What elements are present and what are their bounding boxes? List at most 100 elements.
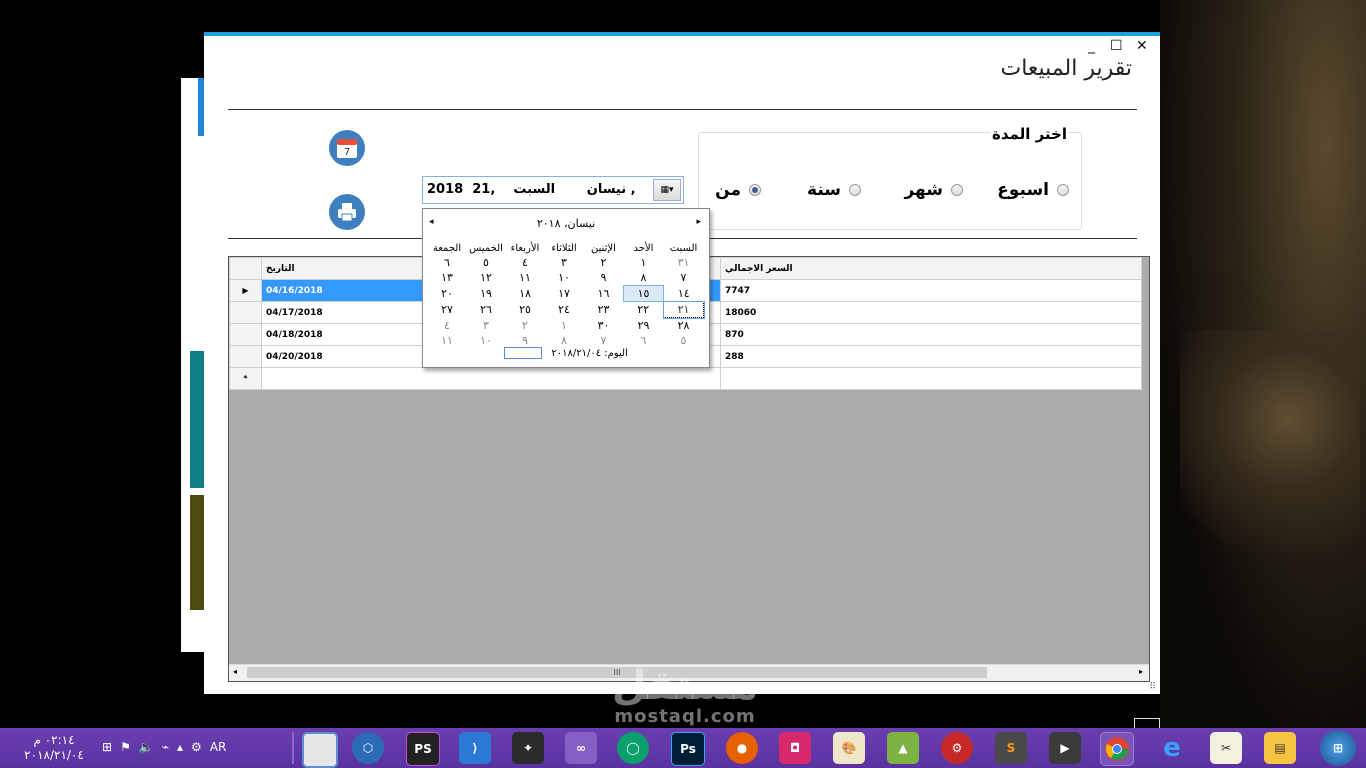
green-circle-app-icon[interactable]: ◯ — [617, 732, 649, 764]
calendar-day[interactable]: ٢٤ — [545, 302, 584, 318]
radio-week[interactable]: اسبوع — [997, 180, 1069, 200]
radio-month[interactable]: شهر — [904, 180, 963, 200]
calendar-day[interactable]: ١ — [624, 255, 664, 270]
security-app-icon[interactable]: ◘ — [779, 732, 811, 764]
calendar-day[interactable]: ٤ — [506, 255, 545, 270]
scroll-right-arrow[interactable]: ▸ — [1139, 667, 1143, 676]
taskbar-clock[interactable]: ٠٢:١٤ م ٢٠١٨/٢١/٠٤ — [14, 733, 94, 763]
calendar-day[interactable]: ٣٠ — [584, 318, 624, 334]
calendar-next-arrow[interactable]: ▸ — [696, 217, 701, 227]
row-header-current[interactable]: ▶ — [229, 279, 262, 302]
calendar-day[interactable]: ٨ — [545, 333, 584, 348]
file-explorer-icon[interactable]: ▤ — [1264, 732, 1296, 764]
calendar-day[interactable]: ١٨ — [506, 286, 545, 302]
calendar-day[interactable]: ١٠ — [545, 270, 584, 286]
calendar-day[interactable]: ٢٠ — [428, 286, 467, 302]
ime-icon[interactable]: ⚙ — [191, 740, 202, 754]
android-robot-icon[interactable]: ✦ — [512, 732, 544, 764]
calendar-day[interactable]: ٢٦ — [467, 302, 506, 318]
grid-cell-total[interactable]: 18060 — [720, 301, 1142, 324]
calendar-day[interactable]: ١١ — [428, 333, 467, 348]
grid-cell-total[interactable]: 870 — [720, 323, 1142, 346]
calendar-day[interactable]: ٢ — [584, 255, 624, 270]
calendar-day[interactable]: ٨ — [624, 270, 664, 286]
calendar-today-link[interactable]: اليوم: ٢٠١٨/٢١/٠٤ — [423, 347, 709, 359]
grid-cell-empty[interactable] — [720, 367, 1142, 390]
calendar-day[interactable]: ١٧ — [545, 286, 584, 302]
paint-icon[interactable]: 🎨 — [833, 732, 865, 764]
calendar-day[interactable]: ٣ — [467, 318, 506, 334]
row-header-new[interactable]: * — [229, 367, 262, 390]
kubernetes-icon[interactable]: ⬡ — [352, 732, 384, 764]
grid-header-total[interactable]: السعر الاجمالي — [720, 257, 1142, 280]
calendar-day[interactable]: ١٩ — [467, 286, 506, 302]
radio-year[interactable]: سنة — [807, 180, 861, 200]
calendar-day[interactable]: ٥ — [467, 255, 506, 270]
scroll-left-arrow[interactable]: ◂ — [233, 667, 237, 676]
date-picker[interactable]: 2018 21, نيسان السبت , ▦▾ — [422, 176, 684, 204]
photoshop-icon[interactable]: Ps — [671, 732, 705, 766]
calendar-day[interactable]: ٥ — [664, 333, 704, 348]
calendar-day[interactable]: ١٦ — [584, 286, 624, 302]
row-header[interactable] — [229, 323, 262, 346]
security-flag-icon[interactable]: ⚑ — [120, 740, 131, 754]
close-button[interactable]: ✕ — [1136, 38, 1148, 54]
calendar-day[interactable]: ١٤ — [664, 286, 704, 302]
radio-from[interactable]: من — [715, 180, 761, 200]
tools-icon[interactable]: ✂ — [1210, 732, 1242, 764]
new-row[interactable]: * — [229, 367, 1142, 390]
calendar-day-selected[interactable]: ٢١ — [662, 300, 705, 319]
power-icon[interactable]: ⌁ — [162, 740, 169, 754]
grid-cell-total[interactable]: 288 — [720, 345, 1142, 368]
phpstorm-icon[interactable]: PS — [406, 732, 440, 766]
maximize-button[interactable]: ☐ — [1110, 38, 1123, 54]
calendar-dropdown[interactable]: ◂ نيسان، ٢٠١٨ ▸ السبت الأحد الإثنين الثل… — [422, 208, 710, 368]
row-header[interactable] — [229, 301, 262, 324]
calendar-day[interactable]: ١٢ — [467, 270, 506, 286]
calendar-day[interactable]: ١٣ — [428, 270, 467, 286]
calendar-day[interactable]: ٢٩ — [624, 318, 664, 334]
calendar-day[interactable]: ٢ — [506, 318, 545, 334]
window-app-icon[interactable] — [302, 732, 338, 768]
minimize-button[interactable]: _ — [1088, 38, 1095, 54]
vscode-icon[interactable]: ⟩ — [459, 732, 491, 764]
internet-explorer-icon[interactable]: e — [1156, 732, 1188, 764]
calendar-day[interactable]: ٢٧ — [428, 302, 467, 318]
calendar-day[interactable]: ١ — [545, 318, 584, 334]
calendar-day[interactable]: ٧ — [584, 333, 624, 348]
resize-grip-icon[interactable]: ⠿ — [1149, 682, 1156, 692]
calendar-month-header[interactable]: نيسان، ٢٠١٨ — [423, 217, 709, 230]
camtasia-icon[interactable]: ▶ — [1049, 732, 1081, 764]
date-picker-dropdown-button[interactable]: ▦▾ — [653, 179, 681, 201]
radio-month-dot[interactable] — [951, 184, 963, 196]
red-gear-app-icon[interactable]: ⚙ — [941, 732, 973, 764]
tray-overflow-icon[interactable]: ▴ — [177, 740, 183, 754]
calendar-day[interactable]: ٦ — [428, 255, 467, 270]
calendar-day-today[interactable]: ١٥ — [623, 285, 664, 302]
calendar-day[interactable]: ١١ — [506, 270, 545, 286]
firefox-icon[interactable]: ● — [726, 732, 758, 764]
calendar-day[interactable]: ٢٢ — [624, 302, 664, 318]
network-icon[interactable]: ⊞ — [102, 740, 112, 754]
calendar-day[interactable]: ٢٨ — [664, 318, 704, 334]
radio-from-dot[interactable] — [749, 184, 761, 196]
chrome-icon[interactable] — [1100, 732, 1134, 766]
row-header[interactable] — [229, 345, 262, 368]
calendar-day[interactable]: ٤ — [428, 318, 467, 334]
visual-studio-icon[interactable]: ∞ — [565, 732, 597, 764]
grid-corner-header[interactable] — [229, 257, 262, 280]
grid-cell-empty[interactable] — [261, 367, 721, 390]
calendar-day[interactable]: ٩ — [506, 333, 545, 348]
calendar-day[interactable]: ٢٣ — [584, 302, 624, 318]
language-indicator[interactable]: AR — [210, 740, 227, 754]
calendar-day[interactable]: ٧ — [664, 270, 704, 286]
calendar-day[interactable]: ٣١ — [664, 255, 704, 270]
calendar-button[interactable]: 7 — [329, 130, 365, 166]
calendar-day[interactable]: ١٠ — [467, 333, 506, 348]
start-button[interactable]: ⊞ — [1320, 730, 1356, 766]
calendar-day[interactable]: ٩ — [584, 270, 624, 286]
grid-cell-total[interactable]: 7747 — [720, 279, 1142, 302]
calendar-day[interactable]: ٦ — [624, 333, 664, 348]
android-studio-icon[interactable]: ▲ — [887, 732, 919, 764]
calendar-day[interactable]: ٣ — [545, 255, 584, 270]
